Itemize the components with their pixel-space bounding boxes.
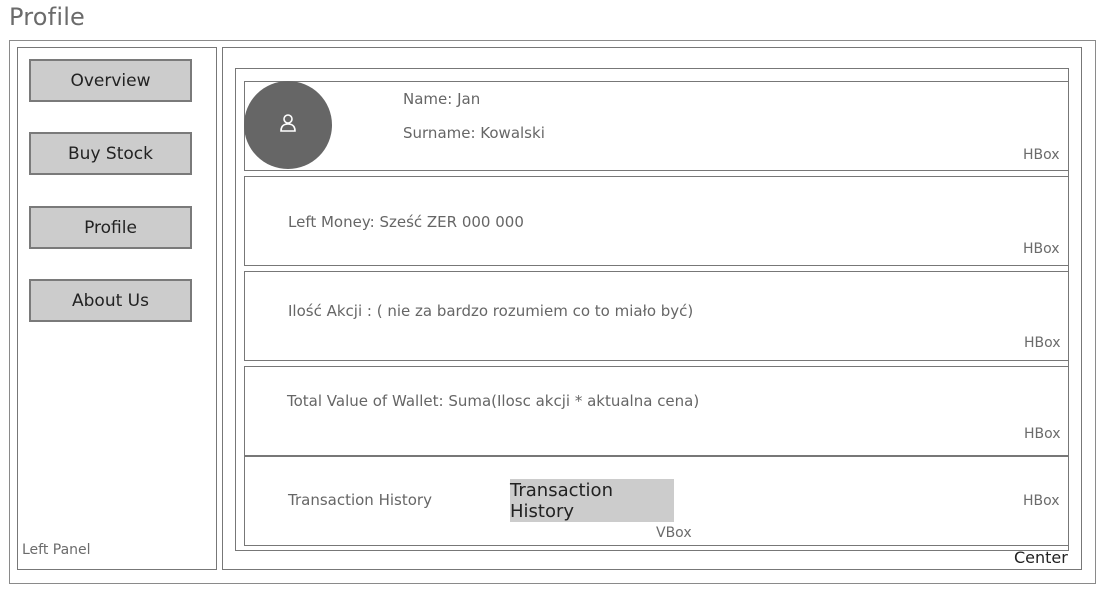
- center-label: Center: [1014, 548, 1068, 567]
- user-name: Name: Jan: [403, 90, 481, 108]
- user-info-hbox: [244, 81, 1069, 171]
- left-panel-label: Left Panel: [22, 542, 91, 558]
- profile-button[interactable]: Profile: [29, 206, 192, 249]
- overview-button[interactable]: Overview: [29, 59, 192, 102]
- hbox-label: HBox: [1023, 241, 1060, 257]
- stock-count-text: Ilość Akcji : ( nie za bardzo rozumiem c…: [288, 302, 694, 320]
- user-surname: Surname: Kowalski: [403, 124, 545, 142]
- buy-stock-button[interactable]: Buy Stock: [29, 132, 192, 175]
- about-us-button[interactable]: About Us: [29, 279, 192, 322]
- avatar: [244, 81, 332, 169]
- hbox-label: HBox: [1024, 335, 1061, 351]
- left-money-text: Left Money: Sześć ZER 000 000: [288, 213, 524, 231]
- user-icon: [279, 113, 297, 137]
- transaction-history-label: Transaction History: [288, 491, 432, 509]
- total-value-text: Total Value of Wallet: Suma(Ilosc akcji …: [287, 392, 700, 410]
- hbox-label: HBox: [1023, 493, 1060, 509]
- total-value-hbox: [244, 366, 1069, 456]
- hbox-label: HBox: [1024, 426, 1061, 442]
- hbox-label: HBox: [1023, 147, 1060, 163]
- vbox-label: VBox: [656, 525, 692, 541]
- page-title: Profile: [9, 3, 86, 31]
- transaction-history-button[interactable]: Transaction History: [510, 479, 674, 522]
